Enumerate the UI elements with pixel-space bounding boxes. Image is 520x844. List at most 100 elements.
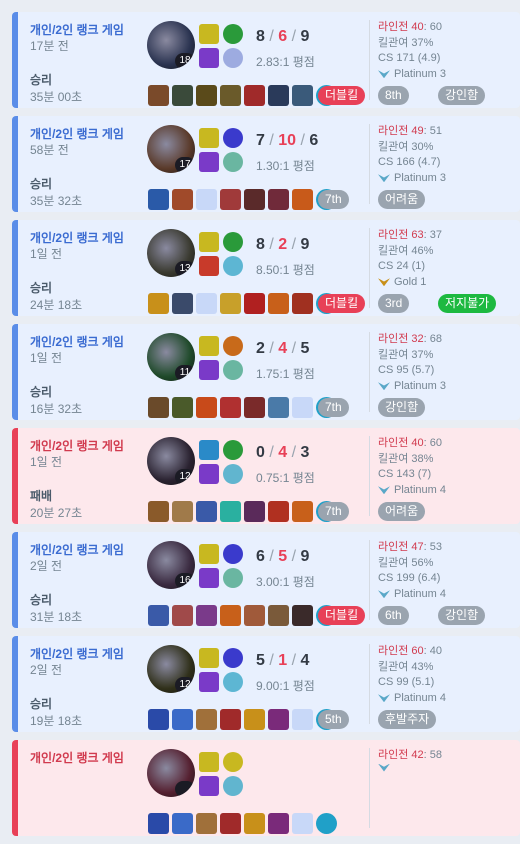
item-icon[interactable] — [196, 813, 217, 834]
keystone-rune-icon[interactable] — [199, 776, 219, 796]
secondary-rune-icon[interactable] — [223, 48, 243, 68]
item-icon[interactable] — [292, 189, 313, 210]
item-icon[interactable] — [148, 605, 169, 626]
secondary-rune-icon[interactable] — [223, 256, 243, 276]
item-icon[interactable] — [244, 501, 265, 522]
champion-portrait[interactable] — [147, 749, 195, 797]
item-icon[interactable] — [244, 85, 265, 106]
summoner-spell-icon[interactable] — [199, 128, 219, 148]
item-icon[interactable] — [292, 709, 313, 730]
secondary-rune-icon[interactable] — [223, 360, 243, 380]
summoner-spell-icon[interactable] — [199, 336, 219, 356]
item-icon[interactable] — [148, 397, 169, 418]
item-icon[interactable] — [220, 397, 241, 418]
match-card[interactable]: 개인/2인 랭크 게임 58분 전 승리 35분 32초 17 7 / 10 / 61… — [12, 116, 520, 212]
item-icon[interactable] — [148, 293, 169, 314]
item-icon[interactable] — [268, 293, 289, 314]
item-icon[interactable] — [220, 709, 241, 730]
champion-portrait[interactable]: 17 — [147, 125, 195, 173]
item-icon[interactable] — [292, 397, 313, 418]
item-icon[interactable] — [268, 397, 289, 418]
item-icon[interactable] — [172, 397, 193, 418]
keystone-rune-icon[interactable] — [199, 568, 219, 588]
match-card[interactable]: 개인/2인 랭크 게임 2일 전 승리 31분 18초 16 6 / 5 / 9 3.0… — [12, 532, 520, 628]
item-icon[interactable] — [268, 605, 289, 626]
item-icon[interactable] — [148, 85, 169, 106]
keystone-rune-icon[interactable] — [199, 48, 219, 68]
item-icon[interactable] — [244, 397, 265, 418]
summoner-spell-icon[interactable] — [223, 24, 243, 44]
item-icon[interactable] — [220, 85, 241, 106]
summoner-spell-icon[interactable] — [223, 336, 243, 356]
summoner-spell-icon[interactable] — [223, 128, 243, 148]
item-icon[interactable] — [244, 813, 265, 834]
summoner-spell-icon[interactable] — [199, 752, 219, 772]
item-icon[interactable] — [292, 293, 313, 314]
item-icon[interactable] — [292, 85, 313, 106]
match-card[interactable]: 개인/2인 랭크 게임 1일 전 패배 20분 27초 12 0 / 4 / 3 0.7… — [12, 428, 520, 524]
keystone-rune-icon[interactable] — [199, 464, 219, 484]
keystone-rune-icon[interactable] — [199, 152, 219, 172]
item-icon[interactable] — [172, 709, 193, 730]
item-icon[interactable] — [220, 501, 241, 522]
item-icon[interactable] — [268, 501, 289, 522]
summoner-spell-icon[interactable] — [199, 544, 219, 564]
secondary-rune-icon[interactable] — [223, 776, 243, 796]
item-icon[interactable] — [292, 501, 313, 522]
keystone-rune-icon[interactable] — [199, 360, 219, 380]
keystone-rune-icon[interactable] — [199, 256, 219, 276]
summoner-spell-icon[interactable] — [223, 648, 243, 668]
match-card[interactable]: 개인/2인 랭크 게임 2일 전 승리 19분 18초 12 5 / 1 / 4 9.0… — [12, 636, 520, 732]
item-icon[interactable] — [268, 85, 289, 106]
item-icon[interactable] — [148, 813, 169, 834]
champion-portrait[interactable]: 18 — [147, 21, 195, 69]
item-icon[interactable] — [172, 501, 193, 522]
secondary-rune-icon[interactable] — [223, 152, 243, 172]
item-icon[interactable] — [148, 501, 169, 522]
item-icon[interactable] — [268, 813, 289, 834]
summoner-spell-icon[interactable] — [223, 752, 243, 772]
item-icon[interactable] — [244, 605, 265, 626]
item-icon[interactable] — [196, 709, 217, 730]
item-icon[interactable] — [196, 397, 217, 418]
match-card[interactable]: 개인/2인 랭크 게임 1일 전 승리 16분 32초 11 2 / 4 / 5 1.7… — [12, 324, 520, 420]
item-icon[interactable] — [172, 189, 193, 210]
item-icon[interactable] — [244, 293, 265, 314]
match-card[interactable]: 개인/2인 랭크 게임 라인전 42: 58 — [12, 740, 520, 836]
summoner-spell-icon[interactable] — [223, 232, 243, 252]
secondary-rune-icon[interactable] — [223, 672, 243, 692]
summoner-spell-icon[interactable] — [223, 544, 243, 564]
item-icon[interactable] — [148, 189, 169, 210]
item-icon[interactable] — [220, 605, 241, 626]
item-icon[interactable] — [172, 813, 193, 834]
secondary-rune-icon[interactable] — [223, 568, 243, 588]
match-card[interactable]: 개인/2인 랭크 게임 17분 전 승리 35분 00초 18 8 / 6 / 9 2.… — [12, 12, 520, 108]
secondary-rune-icon[interactable] — [223, 464, 243, 484]
item-icon[interactable] — [196, 189, 217, 210]
ward-icon[interactable] — [316, 813, 337, 834]
item-icon[interactable] — [196, 293, 217, 314]
keystone-rune-icon[interactable] — [199, 672, 219, 692]
summoner-spell-icon[interactable] — [199, 440, 219, 460]
item-icon[interactable] — [148, 709, 169, 730]
item-icon[interactable] — [292, 813, 313, 834]
item-icon[interactable] — [196, 85, 217, 106]
match-card[interactable]: 개인/2인 랭크 게임 1일 전 승리 24분 18초 13 8 / 2 / 9 8.5… — [12, 220, 520, 316]
item-icon[interactable] — [268, 709, 289, 730]
item-icon[interactable] — [292, 605, 313, 626]
item-icon[interactable] — [196, 501, 217, 522]
summoner-spell-icon[interactable] — [199, 232, 219, 252]
item-icon[interactable] — [172, 293, 193, 314]
summoner-spell-icon[interactable] — [223, 440, 243, 460]
item-icon[interactable] — [244, 709, 265, 730]
summoner-spell-icon[interactable] — [199, 24, 219, 44]
item-icon[interactable] — [220, 813, 241, 834]
item-icon[interactable] — [172, 85, 193, 106]
item-icon[interactable] — [196, 605, 217, 626]
item-icon[interactable] — [220, 293, 241, 314]
champion-portrait[interactable]: 13 — [147, 229, 195, 277]
summoner-spell-icon[interactable] — [199, 648, 219, 668]
item-icon[interactable] — [268, 189, 289, 210]
champion-portrait[interactable]: 12 — [147, 645, 195, 693]
champion-portrait[interactable]: 11 — [147, 333, 195, 381]
